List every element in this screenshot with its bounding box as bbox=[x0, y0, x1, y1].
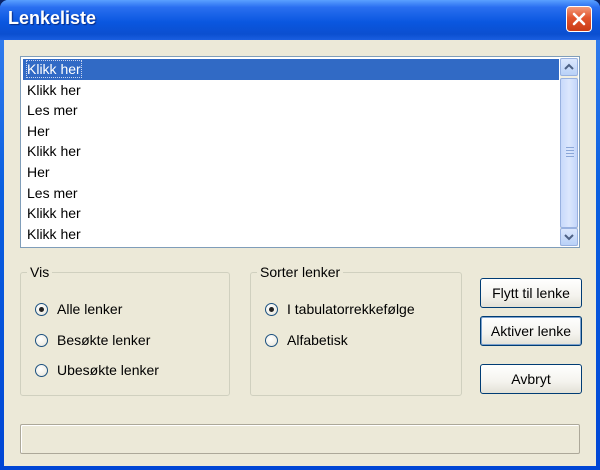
dialog-client-area: Klikk her Klikk her Les mer Her Klikk her Her… bbox=[4, 40, 596, 466]
radio-besokte-lenker[interactable]: Besøkte lenker bbox=[35, 332, 150, 348]
radio-label: Alle lenker bbox=[57, 301, 123, 317]
radio-indicator bbox=[265, 333, 278, 347]
radio-alle-lenker[interactable]: Alle lenker bbox=[35, 301, 122, 317]
list-item[interactable]: Her bbox=[23, 121, 559, 142]
vis-group-label: Vis bbox=[27, 264, 53, 280]
list-item[interactable]: Klikk her bbox=[23, 141, 559, 162]
aktiver-lenke-button[interactable]: Aktiver lenke bbox=[480, 316, 582, 346]
radio-indicator bbox=[35, 302, 48, 316]
title-bar[interactable]: Lenkeliste bbox=[0, 0, 600, 40]
link-list-items: Klikk her Klikk her Les mer Her Klikk her Her… bbox=[23, 59, 559, 244]
list-item-label: Les mer bbox=[27, 184, 78, 201]
sorter-group-label: Sorter lenker bbox=[257, 264, 344, 280]
list-item[interactable]: Her bbox=[23, 162, 559, 183]
list-item-label: Les mer bbox=[27, 102, 78, 119]
close-button[interactable] bbox=[566, 6, 592, 32]
radio-indicator bbox=[265, 302, 278, 316]
radio-label: Alfabetisk bbox=[287, 332, 348, 348]
radio-label: I tabulatorrekkefølge bbox=[287, 301, 415, 317]
radio-indicator bbox=[35, 363, 48, 377]
radio-indicator bbox=[35, 333, 48, 347]
scroll-down-button[interactable] bbox=[560, 228, 578, 246]
chevron-up-icon bbox=[564, 63, 574, 70]
vis-groupbox: Vis Alle lenker Besøkte lenker Ubesøkte … bbox=[20, 264, 230, 396]
list-item-label: Klikk her bbox=[27, 205, 81, 222]
radio-ubesokte-lenker[interactable]: Ubesøkte lenker bbox=[35, 362, 159, 378]
radio-alfabetisk[interactable]: Alfabetisk bbox=[265, 332, 348, 348]
list-item-label: Klikk her bbox=[27, 225, 81, 242]
list-item-label: Her bbox=[27, 122, 50, 139]
list-item[interactable]: Klikk her bbox=[23, 203, 559, 224]
list-item[interactable]: Klikk her bbox=[23, 59, 559, 80]
status-bar bbox=[20, 424, 580, 454]
window-title: Lenkeliste bbox=[8, 8, 97, 28]
chevron-down-icon bbox=[564, 234, 574, 241]
dialog-window: Lenkeliste Klikk her Klikk her Les mer Her K… bbox=[0, 0, 600, 470]
radio-tabulatorrekkefolge[interactable]: I tabulatorrekkefølge bbox=[265, 301, 415, 317]
list-item[interactable]: Les mer bbox=[23, 100, 559, 121]
flytt-til-lenke-button[interactable]: Flytt til lenke bbox=[480, 278, 582, 308]
scroll-thumb[interactable] bbox=[560, 78, 578, 228]
list-item[interactable]: Klikk her bbox=[23, 80, 559, 101]
close-icon bbox=[572, 12, 586, 26]
list-item[interactable]: Les mer bbox=[23, 183, 559, 204]
list-item-label: Klikk her bbox=[26, 60, 82, 78]
list-item[interactable]: Klikk her bbox=[23, 224, 559, 245]
avbryt-button[interactable]: Avbryt bbox=[480, 364, 582, 394]
vertical-scrollbar[interactable] bbox=[560, 58, 578, 246]
list-item-label: Klikk her bbox=[27, 143, 81, 160]
list-item-label: Klikk her bbox=[27, 81, 81, 98]
radio-label: Besøkte lenker bbox=[57, 332, 151, 348]
sorter-groupbox: Sorter lenker I tabulatorrekkefølge Alfa… bbox=[250, 264, 462, 396]
list-item-label: Her bbox=[27, 163, 50, 180]
scroll-up-button[interactable] bbox=[560, 58, 578, 76]
radio-label: Ubesøkte lenker bbox=[57, 362, 159, 378]
link-list[interactable]: Klikk her Klikk her Les mer Her Klikk her Her… bbox=[20, 56, 580, 248]
